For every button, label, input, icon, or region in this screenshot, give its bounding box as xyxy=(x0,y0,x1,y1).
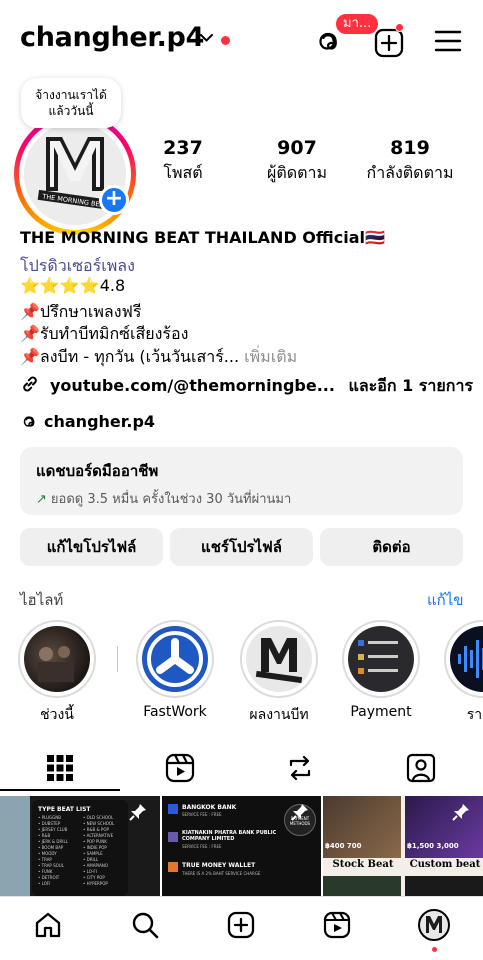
bio-line: 📌ลงบีท - ทุกวัน (เว้นวันเสาร์... เพิ่มเต… xyxy=(20,345,297,370)
threads-profile-link[interactable]: changher.p4 xyxy=(20,412,155,431)
post-fee-1: SERVICE FEE : FREE xyxy=(182,812,222,817)
username-switcher[interactable]: changher.p4 xyxy=(20,22,204,53)
followers-count: 907 xyxy=(277,137,317,159)
tagged-icon[interactable] xyxy=(405,752,437,784)
bio-line: 📌รับทำบีทมิกซ์เสียงร้อง xyxy=(20,324,189,343)
highlight-item[interactable]: ราคา xyxy=(444,620,483,726)
fastwork-logo xyxy=(147,631,203,687)
highlight-label: ผลงานบีท xyxy=(249,707,309,723)
post-bank-2: KIATNAKIN PHATRA BANK PUBLIC COMPANY LIM… xyxy=(182,830,277,842)
following-count: 819 xyxy=(390,137,430,159)
highlight-label: ราคา xyxy=(466,707,483,723)
highlight-label: ช่วงนี้ xyxy=(40,707,74,723)
pin-icon xyxy=(129,804,146,821)
dashboard-title: แดชบอร์ดมืออาชีพ xyxy=(36,462,159,480)
bio-link[interactable]: youtube.com/@themorningbe... และอีก 1 รา… xyxy=(20,374,473,399)
home-icon[interactable] xyxy=(33,910,63,940)
bank-logo-icon xyxy=(168,804,178,814)
dashboard-views: ยอดดู 3.5 หมื่น ครั้งในช่วง 30 วันที่ผ่า… xyxy=(50,492,292,507)
post-list-item: • HYPERPOP xyxy=(83,881,108,886)
reels-icon[interactable] xyxy=(322,910,352,940)
wallet-logo-icon xyxy=(168,862,178,872)
highlights-edit-link[interactable]: แก้ไข xyxy=(427,588,464,612)
pin-icon xyxy=(291,804,308,821)
professional-dashboard[interactable]: แดชบอร์ดมืออาชีพ ↗ ยอดดู 3.5 หมื่น ครั้งใ… xyxy=(20,447,463,515)
notification-dot xyxy=(395,23,404,32)
profile-note[interactable]: จ้างงานเราได้ แล้ววันนี้ xyxy=(21,78,121,128)
profile-display-name: THE MORNING BEAT THAILAND Official🇹🇭 xyxy=(20,228,385,247)
grid-post[interactable]: TYPE BEAT LIST • PLUGGNB • DUBSTEP • JERSE… xyxy=(0,796,160,896)
post-bank-1: BANGKOK BANK xyxy=(182,804,237,811)
grid-post[interactable]: BANGKOK BANK SERVICE FEE : FREE KIATNAKI… xyxy=(162,796,321,896)
posts-label: โพสต์ xyxy=(163,163,203,182)
grid-icon[interactable] xyxy=(44,752,76,784)
search-icon[interactable] xyxy=(130,910,160,940)
post-list-item: • LOFI xyxy=(38,881,51,886)
bio-link-url[interactable]: youtube.com/@themorningbe... xyxy=(50,376,335,395)
trend-up-icon: ↗ xyxy=(36,492,47,507)
post-wallet: TRUE MONEY WALLET xyxy=(182,862,256,869)
add-content-icon[interactable] xyxy=(374,28,404,58)
reels-icon[interactable] xyxy=(164,752,196,784)
post-price-1: ฿400 700 xyxy=(325,842,362,850)
highlight-item[interactable]: ผลงานบีท xyxy=(240,620,318,726)
bio-link-extra[interactable]: และอีก 1 รายการ xyxy=(349,376,474,395)
edit-profile-button[interactable]: แก้ไขโปรไฟล์ xyxy=(20,528,163,566)
note-line-1: จ้างงานเราได้ xyxy=(35,88,107,102)
highlight-divider xyxy=(117,646,118,672)
posts-stat[interactable]: 237 โพสต์ xyxy=(150,137,216,186)
highlights-title: ไฮไลท์ xyxy=(20,591,64,609)
dashboard-subtitle: ↗ ยอดดู 3.5 หมื่น ครั้งในช่วง 30 วันที่ผ่… xyxy=(36,488,447,509)
post-label-1: Stock Beat xyxy=(332,859,394,870)
threads-icon xyxy=(23,416,35,427)
chevron-down-icon[interactable] xyxy=(200,34,213,42)
reposts-icon[interactable] xyxy=(284,752,316,784)
following-stat[interactable]: 819 กำลังติดตาม xyxy=(362,137,458,186)
notification-dot xyxy=(221,36,230,45)
active-tab-indicator xyxy=(0,789,120,791)
threads-handle[interactable]: changher.p4 xyxy=(44,412,155,431)
highlight-label: FastWork xyxy=(143,704,207,720)
grid-post[interactable]: ฿400 700 ฿1,500 3,000 Stock Beat Custom … xyxy=(323,796,483,896)
post-price-2: ฿1,500 3,000 xyxy=(407,842,459,850)
post-wallet-note: THERE IS A 2% BAHT SERVICE CHARGE xyxy=(182,871,261,876)
bio-more-link[interactable]: เพิ่มเติม xyxy=(244,347,297,366)
highlight-item[interactable]: Payment xyxy=(342,620,420,720)
create-icon[interactable] xyxy=(226,910,256,940)
profile-avatar[interactable] xyxy=(418,909,450,941)
notification-dot xyxy=(432,947,437,952)
following-label: กำลังติดตาม xyxy=(366,163,454,182)
post-title: TYPE BEAT LIST xyxy=(38,806,91,813)
post-col-1: • PLUGGNB • DUBSTEP • JERSEY CLUB • R&B • JE… xyxy=(38,815,77,887)
bio-line-text: 📌ลงบีท - ทุกวัน (เว้นวันเสาร์... xyxy=(20,347,240,366)
followers-stat[interactable]: 907 ผู้ติดตาม xyxy=(262,137,332,186)
add-story-button[interactable]: + xyxy=(99,185,129,215)
menu-icon[interactable] xyxy=(434,29,462,53)
highlight-item[interactable]: ช่วงนี้ xyxy=(18,620,96,726)
posts-count: 237 xyxy=(163,137,203,159)
highlight-label: Payment xyxy=(350,704,412,720)
post-col-2: • OLD SCHOOL • NEW SCHOOL • R&B & POP • ALT… xyxy=(83,815,122,887)
followers-label: ผู้ติดตาม xyxy=(266,163,328,182)
contact-button[interactable]: ติดต่อ xyxy=(320,528,463,566)
pin-icon xyxy=(452,804,469,821)
bank-logo-icon xyxy=(168,832,178,842)
share-profile-button[interactable]: แชร์โปรไฟล์ xyxy=(170,528,313,566)
bio-rating: ⭐⭐⭐⭐4.8 xyxy=(20,276,126,295)
highlight-item[interactable]: FastWork xyxy=(136,620,214,720)
note-line-2: แล้ววันนี้ xyxy=(48,104,94,118)
link-icon xyxy=(23,376,37,392)
post-label-2: Custom beat xyxy=(409,859,481,870)
post-fee-2: SERVICE FEE : FREE xyxy=(182,844,222,849)
